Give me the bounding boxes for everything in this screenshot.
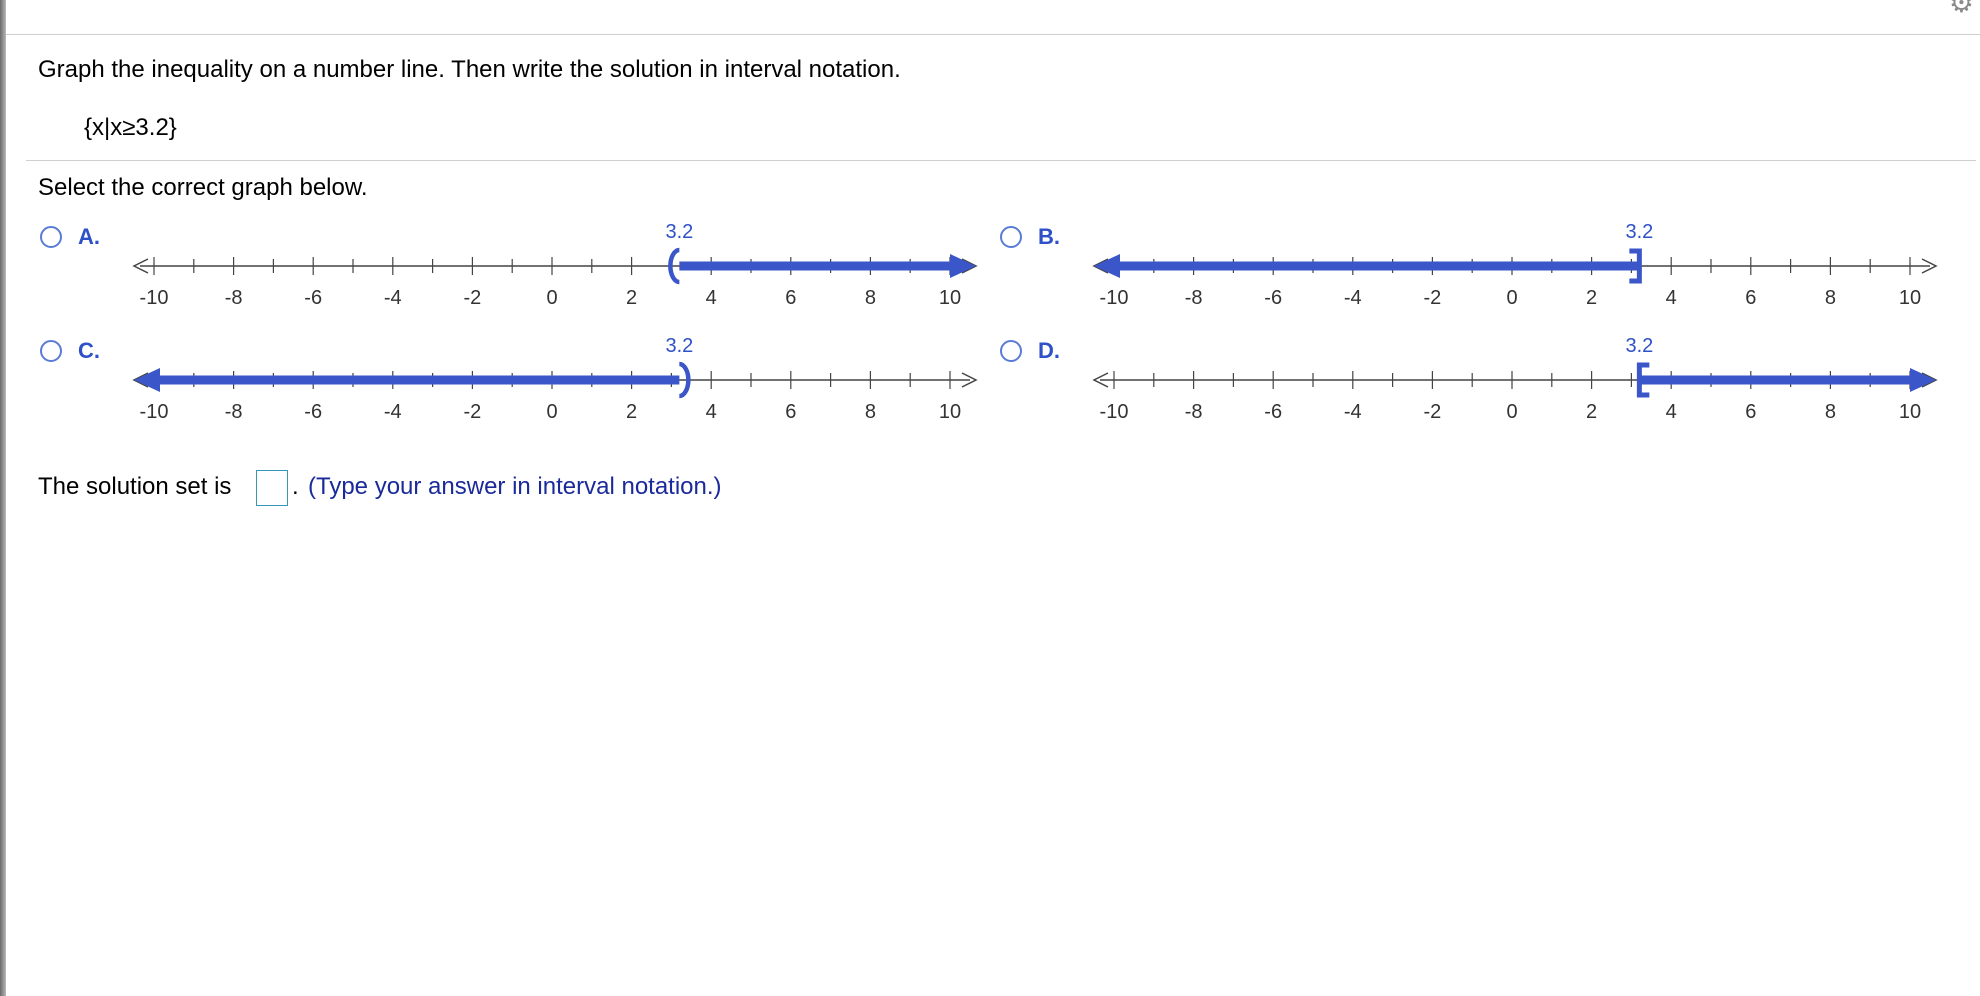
tick-label: 10 [1899,401,1921,423]
option-a[interactable]: A. -10 -8 -6 -4 -2 0 2 4 6 8 10 3.2 [30,220,990,330]
tick-label: 8 [865,287,876,309]
tick-label: -4 [1344,401,1362,423]
tick-label: 8 [865,401,876,423]
answer-period: . [292,473,299,500]
window-left-edge [0,0,6,996]
tick-label: 6 [785,401,796,423]
answer-input-box[interactable] [256,470,288,506]
tick-label: 0 [546,287,557,309]
option-d[interactable]: D. -10 -8 -6 -4 -2 0 2 4 6 8 10 3.2 [990,334,1950,444]
tick-label: -4 [1344,287,1362,309]
ray-arrow-left [134,368,160,392]
tick-label: -6 [1264,287,1282,309]
top-divider [6,34,1980,35]
tick-label: 0 [1506,287,1517,309]
tick-label: -8 [225,401,243,423]
tick-label: -2 [1424,287,1442,309]
option-b-letter: B. [1038,224,1060,249]
option-d-letter: D. [1038,338,1060,363]
select-prompt: Select the correct graph below. [38,174,368,201]
tick-label: -10 [1100,401,1129,423]
settings-gear-icon[interactable]: ⚙ [1949,0,1974,19]
tick-label: 4 [1666,287,1677,309]
tick-label: 0 [546,401,557,423]
tick-label: -8 [225,287,243,309]
tick-label: -8 [1185,287,1203,309]
tick-label: 10 [939,401,961,423]
tick-label: 4 [706,287,717,309]
tick-label: -2 [464,401,482,423]
tick-label: -2 [1424,401,1442,423]
tick-label: 10 [1899,287,1921,309]
option-a-number-line: -10 -8 -6 -4 -2 0 2 4 6 8 10 3.2 [132,221,978,309]
tick-label: -10 [140,401,169,423]
tick-label: 6 [1745,401,1756,423]
ray-arrow-right [1910,368,1936,392]
ray-arrow-right [950,254,976,278]
tick-label: 2 [1586,287,1597,309]
tick-label: 0 [1506,401,1517,423]
tick-label: 2 [626,401,637,423]
tick-label: 2 [1586,401,1597,423]
tick-label: 4 [706,401,717,423]
tick-label: 2 [626,287,637,309]
tick-label: -8 [1185,401,1203,423]
boundary-value-label: 3.2 [1625,335,1653,357]
option-c-letter: C. [78,338,100,363]
tick-label: -4 [384,401,402,423]
section-divider [26,160,1976,161]
option-a-letter: A. [78,224,100,249]
option-c-number-line: -10 -8 -6 -4 -2 0 2 4 6 8 10 3.2 [132,335,978,423]
tick-label: 6 [1745,287,1756,309]
answer-hint: (Type your answer in interval notation.) [308,473,722,500]
option-b[interactable]: B. -10 -8 -6 -4 -2 0 2 4 6 8 10 3.2 [990,220,1950,330]
tick-label: -4 [384,287,402,309]
tick-label: -10 [140,287,169,309]
tick-label: 10 [939,287,961,309]
tick-label: 6 [785,287,796,309]
ray-arrow-left [1094,254,1120,278]
tick-label: -6 [1264,401,1282,423]
tick-label: 8 [1825,287,1836,309]
option-d-radio[interactable] [1000,340,1022,362]
option-a-radio[interactable] [40,226,62,248]
answer-prefix: The solution set is [38,473,232,500]
tick-label: 8 [1825,401,1836,423]
question-instruction: Graph the inequality on a number line. T… [38,56,901,83]
option-d-number-line: -10 -8 -6 -4 -2 0 2 4 6 8 10 3.2 [1092,335,1938,423]
boundary-value-label: 3.2 [1625,221,1653,243]
inequality-expression: {x|x≥3.2} [84,114,177,141]
tick-label: -6 [304,401,322,423]
tick-label: -10 [1100,287,1129,309]
option-b-number-line: -10 -8 -6 -4 -2 0 2 4 6 8 10 3.2 [1092,221,1938,309]
tick-label: 4 [1666,401,1677,423]
option-c-radio[interactable] [40,340,62,362]
tick-label: -6 [304,287,322,309]
boundary-value-label: 3.2 [665,335,693,357]
option-c[interactable]: C. -10 -8 -6 -4 -2 0 2 4 6 8 10 3.2 [30,334,990,444]
option-b-radio[interactable] [1000,226,1022,248]
boundary-value-label: 3.2 [665,221,693,243]
tick-label: -2 [464,287,482,309]
